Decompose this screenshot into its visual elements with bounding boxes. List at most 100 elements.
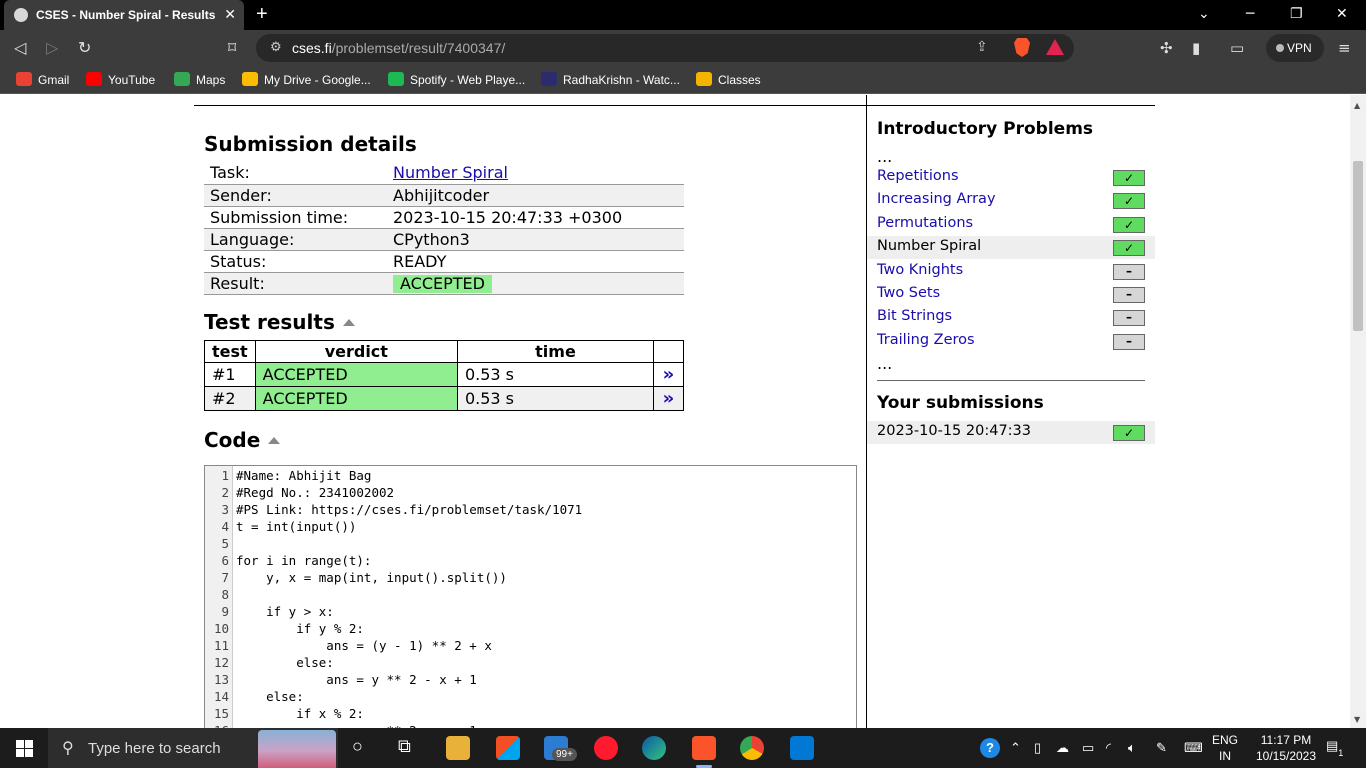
back-button[interactable]: ◁ bbox=[14, 38, 26, 57]
code-text: if x % 2: bbox=[236, 706, 364, 721]
device-icon[interactable]: ▯ bbox=[1034, 740, 1041, 756]
bookmark-item[interactable]: Spotify - Web Playe... bbox=[388, 72, 525, 87]
bookmark-item[interactable]: Gmail bbox=[16, 72, 69, 87]
tab-close-icon[interactable]: ✕ bbox=[224, 6, 236, 23]
onedrive-icon[interactable]: ☁ bbox=[1056, 740, 1069, 756]
bookmark-favicon-icon bbox=[174, 72, 190, 86]
page-scrollbar[interactable]: ▲ ▼ bbox=[1350, 95, 1366, 728]
search-placeholder: Type here to search bbox=[88, 740, 221, 757]
bookmark-page-icon[interactable]: ⌑ bbox=[228, 38, 236, 57]
sidebar-item-problem[interactable]: Repetitions ✓ bbox=[867, 166, 1155, 189]
sidebar-item-problem[interactable]: Two Sets – bbox=[867, 283, 1155, 306]
view-test-link-icon[interactable]: » bbox=[653, 362, 684, 387]
battery-icon[interactable]: ▭ bbox=[1082, 740, 1094, 756]
bookmark-item[interactable]: Classes bbox=[696, 72, 761, 87]
tab-search-chevron-icon[interactable]: ⌄ bbox=[1198, 6, 1210, 22]
scroll-up-icon[interactable]: ▲ bbox=[1354, 101, 1360, 110]
table-row: Submission time: 2023-10-15 20:47:33 +03… bbox=[204, 206, 684, 229]
problem-link[interactable]: Repetitions bbox=[877, 168, 959, 184]
wifi-icon[interactable]: ◜ bbox=[1106, 740, 1111, 756]
sidebar-item-problem[interactable]: Bit Strings – bbox=[867, 306, 1155, 329]
pen-icon[interactable]: ✎ bbox=[1156, 740, 1167, 756]
bookmark-item[interactable]: Maps bbox=[174, 72, 225, 87]
notifications-icon[interactable]: ▤1 bbox=[1326, 738, 1343, 758]
scroll-down-icon[interactable]: ▼ bbox=[1354, 715, 1360, 724]
system-clock[interactable]: 11:17 PM 10/15/2023 bbox=[1250, 732, 1322, 764]
problem-link[interactable]: Increasing Array bbox=[877, 191, 996, 207]
browser-tab-active[interactable]: CSES - Number Spiral - Results ✕ bbox=[4, 0, 244, 30]
task-view-icon[interactable]: ⧉ bbox=[398, 736, 411, 757]
bookmark-item[interactable]: My Drive - Google... bbox=[242, 72, 371, 87]
problem-link[interactable]: Trailing Zeros bbox=[877, 332, 975, 348]
vpn-button[interactable]: VPN bbox=[1266, 34, 1324, 62]
share-icon[interactable]: ⇪ bbox=[976, 38, 988, 55]
forward-button[interactable]: ▷ bbox=[46, 38, 58, 57]
brave-taskbar-icon[interactable] bbox=[692, 736, 716, 768]
code-text: t = int(input()) bbox=[236, 519, 357, 534]
chrome-icon[interactable] bbox=[740, 736, 764, 760]
taskbar-search-box[interactable]: ⚲ Type here to search bbox=[48, 728, 338, 768]
problem-link[interactable]: Bit Strings bbox=[877, 308, 952, 324]
sidebar-item-problem[interactable]: Two Knights – bbox=[867, 260, 1155, 283]
edge-icon[interactable] bbox=[642, 736, 666, 760]
sidebar-item-problem[interactable]: Trailing Zeros – bbox=[867, 330, 1155, 353]
task-link[interactable]: Number Spiral bbox=[393, 163, 508, 182]
help-icon[interactable]: ? bbox=[980, 738, 1000, 758]
column-header: test bbox=[204, 340, 256, 363]
reload-button[interactable]: ↻ bbox=[78, 38, 91, 57]
code-viewer[interactable]: 1 #Name: Abhijit Bag 2 #Regd No.: 234100200… bbox=[204, 465, 857, 728]
url-text[interactable]: cses.fi/problemset/result/7400347/ bbox=[292, 40, 505, 56]
bookmark-label: Spotify - Web Playe... bbox=[410, 73, 526, 87]
site-info-icon[interactable]: ⚙ bbox=[270, 39, 282, 55]
cortana-icon[interactable]: ○ bbox=[352, 736, 363, 757]
submission-list-item[interactable]: 2023-10-15 20:47:33 ✓ bbox=[867, 421, 1155, 444]
keyboard-icon[interactable]: ⌨ bbox=[1184, 740, 1203, 756]
code-line: 11 ans = (y - 1) ** 2 + x bbox=[205, 637, 855, 654]
collapse-caret-icon[interactable] bbox=[342, 319, 355, 326]
problem-link[interactable]: Two Sets bbox=[877, 285, 940, 301]
problem-link[interactable]: Permutations bbox=[877, 215, 973, 231]
sidebar-item-problem[interactable]: Number Spiral ✓ bbox=[867, 236, 1155, 259]
opera-icon[interactable] bbox=[594, 736, 618, 760]
microsoft-store-icon[interactable] bbox=[496, 736, 520, 760]
menu-icon[interactable]: ≡ bbox=[1338, 39, 1351, 57]
line-number: 8 bbox=[221, 587, 229, 602]
brave-rewards-icon[interactable] bbox=[1046, 39, 1064, 55]
table-row: Task: Number Spiral bbox=[204, 162, 684, 185]
code-text: y, x = map(int, input().split()) bbox=[236, 570, 507, 585]
submission-details-heading: Submission details bbox=[204, 132, 417, 156]
show-hidden-icons-chevron-icon[interactable]: ⌃ bbox=[1010, 740, 1021, 756]
restore-button[interactable]: ❐ bbox=[1290, 6, 1303, 22]
table-row: Status: READY bbox=[204, 250, 684, 273]
column-header: time bbox=[456, 340, 655, 363]
input-language[interactable]: ENG IN bbox=[1212, 732, 1238, 764]
test-time: 0.53 s bbox=[456, 362, 655, 387]
scrollbar-thumb[interactable] bbox=[1353, 161, 1363, 331]
close-window-button[interactable]: ✕ bbox=[1336, 6, 1348, 22]
sidebar-item-problem[interactable]: Permutations ✓ bbox=[867, 213, 1155, 236]
problem-link[interactable]: Two Knights bbox=[877, 262, 963, 278]
wallet-icon[interactable]: ▭ bbox=[1230, 39, 1244, 57]
minimize-button[interactable]: ─ bbox=[1246, 6, 1254, 22]
windows-start-icon[interactable] bbox=[16, 740, 33, 757]
sidebar-toggle-icon[interactable]: ▮ bbox=[1192, 39, 1200, 57]
bookmark-item[interactable]: RadhaKrishn - Watc... bbox=[541, 72, 680, 87]
code-line: 15 if x % 2: bbox=[205, 705, 855, 722]
problem-link[interactable]: Number Spiral bbox=[877, 238, 981, 254]
bookmark-item[interactable]: YouTube bbox=[86, 72, 155, 87]
brave-shields-icon[interactable] bbox=[1014, 38, 1030, 57]
collapse-caret-icon[interactable] bbox=[268, 437, 281, 444]
extensions-icon[interactable]: ✣ bbox=[1160, 39, 1173, 57]
address-bar[interactable]: ⚙ cses.fi/problemset/result/7400347/ ⇪ bbox=[256, 34, 1074, 62]
file-explorer-icon[interactable] bbox=[446, 736, 470, 760]
table-row: Language: CPython3 bbox=[204, 228, 684, 251]
sidebar-item-problem[interactable]: Increasing Array ✓ bbox=[867, 189, 1155, 212]
volume-icon[interactable]: 🔈︎ bbox=[1128, 740, 1136, 756]
new-tab-button[interactable]: + bbox=[256, 3, 268, 26]
vscode-icon[interactable] bbox=[790, 736, 814, 760]
view-test-link-icon[interactable]: » bbox=[653, 386, 684, 411]
details-label: Language: bbox=[204, 228, 387, 251]
test-time: 0.53 s bbox=[456, 386, 655, 411]
code-text: else: bbox=[236, 689, 304, 704]
solved-check-icon: ✓ bbox=[1113, 240, 1145, 256]
